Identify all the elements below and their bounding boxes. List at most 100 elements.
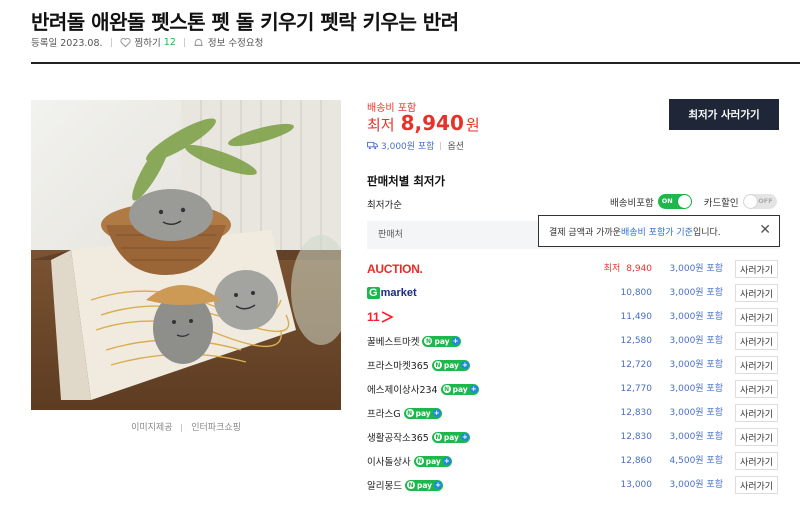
npay-icon: Npay + bbox=[422, 335, 461, 347]
seller-name[interactable]: 알리몽드 Npay + bbox=[367, 473, 444, 497]
buy-button[interactable]: 사러가기 bbox=[735, 404, 778, 422]
seller-label: 프라스G bbox=[367, 409, 401, 420]
seller-shipping: 3,000원 포함 bbox=[669, 480, 723, 490]
toggle-knob bbox=[677, 195, 691, 208]
buy-button[interactable]: 사러가기 bbox=[735, 452, 778, 470]
caption-right: 인터파크쇼핑 bbox=[191, 423, 241, 433]
truck-icon bbox=[367, 141, 378, 150]
auction-logo: AUCTION. bbox=[367, 262, 423, 276]
product-meta: 등록일 2023.08. 찜하기 12 정보 수정요청 bbox=[31, 35, 263, 50]
sort-select[interactable]: 최저가순 bbox=[367, 197, 402, 211]
lowest-label: 최저 bbox=[367, 116, 395, 134]
seller-shipping: 3,000원 포함 bbox=[669, 288, 723, 298]
registration-date: 등록일 2023.08. bbox=[31, 38, 103, 49]
seller-name[interactable]: 에스제이상사234 Npay + bbox=[367, 377, 479, 401]
lowest-tag: 최저 bbox=[603, 264, 621, 274]
seller-name[interactable]: 생활공작소365 Npay + bbox=[367, 425, 470, 449]
seller-price: 12,770 bbox=[620, 384, 653, 394]
npay-icon: Npay + bbox=[440, 383, 479, 395]
seller-price: 11,490 bbox=[620, 312, 653, 322]
image-caption: 이미지제공 인터파크쇼핑 bbox=[31, 420, 341, 433]
wish-label: 찜하기 bbox=[134, 38, 161, 49]
seller-row[interactable]: 에스제이상사234 Npay + 12,770 3,000원 포함 사러가기 bbox=[367, 377, 779, 401]
buy-button[interactable]: 사러가기 bbox=[735, 308, 778, 326]
bell-icon bbox=[193, 37, 204, 48]
buy-button[interactable]: 사러가기 bbox=[735, 260, 778, 278]
wish-count: 12 bbox=[163, 36, 176, 48]
seller-row[interactable]: 프라스G Npay + 12,830 3,000원 포함 사러가기 bbox=[367, 401, 779, 425]
price-options: 배송비포함 ON 카드할인 OFF bbox=[610, 194, 777, 209]
seller-label: 꿀베스트마켓 bbox=[367, 337, 420, 348]
price-value: 8,940 bbox=[626, 264, 652, 274]
price-currency: 원 bbox=[465, 116, 480, 134]
buy-button[interactable]: 사러가기 bbox=[735, 476, 778, 494]
seller-shipping: 3,000원 포함 bbox=[669, 336, 723, 346]
card-toggle-state: OFF bbox=[758, 197, 773, 205]
heart-icon bbox=[119, 37, 131, 48]
seller-name[interactable]: 11 bbox=[367, 305, 395, 329]
card-toggle-label: 카드할인 bbox=[703, 197, 739, 209]
product-image[interactable] bbox=[31, 100, 341, 410]
wish-button[interactable]: 찜하기 12 bbox=[119, 35, 176, 49]
seller-price: 12,720 bbox=[620, 360, 653, 370]
seller-label: 생활공작소365 bbox=[367, 433, 429, 444]
seller-row[interactable]: 이사돌상사 Npay + 12,860 4,500원 포함 사러가기 bbox=[367, 449, 779, 473]
seller-row[interactable]: 11 11,490 3,000원 포함 사러가기 bbox=[367, 305, 779, 329]
seller-shipping: 3,000원 포함 bbox=[669, 432, 723, 442]
buy-button[interactable]: 사러가기 bbox=[735, 380, 778, 398]
seller-shipping: 3,000원 포함 bbox=[669, 384, 723, 394]
header-divider bbox=[31, 62, 800, 64]
seller-price: 최저 8,940 bbox=[604, 257, 652, 281]
seller-row[interactable]: Gmarket 10,800 3,000원 포함 사러가기 bbox=[367, 281, 779, 305]
seller-shipping: 3,000원 포함 bbox=[669, 312, 723, 322]
divider bbox=[110, 37, 112, 47]
buy-button[interactable]: 사러가기 bbox=[735, 284, 778, 302]
seller-name[interactable]: 이사돌상사 Npay + bbox=[367, 449, 452, 473]
toggle-knob bbox=[743, 195, 757, 208]
seller-list: AUCTION. 최저 8,940 3,000원 포함 사러가기 Gmarket 10,80… bbox=[367, 257, 779, 497]
buy-button[interactable]: 사러가기 bbox=[735, 428, 778, 446]
npay-icon: Npay + bbox=[403, 407, 442, 419]
lowest-price-buy-button[interactable]: 최저가 사러가기 bbox=[669, 99, 779, 130]
close-icon[interactable]: ✕ bbox=[759, 223, 771, 237]
seller-price: 12,830 bbox=[620, 432, 653, 442]
price-amount: 8,940 bbox=[400, 111, 464, 135]
seller-row[interactable]: AUCTION. 최저 8,940 3,000원 포함 사러가기 bbox=[367, 257, 779, 281]
shipping-toggle-state: ON bbox=[661, 197, 673, 205]
card-toggle[interactable]: OFF bbox=[742, 194, 777, 209]
product-title: 반려돌 애완돌 펫스톤 펫 돌 키우기 펫락 키우는 반려 bbox=[31, 10, 459, 34]
seller-price: 12,860 bbox=[620, 456, 653, 466]
shipping-toggle[interactable]: ON bbox=[657, 194, 692, 209]
column-seller: 판매처 bbox=[378, 230, 403, 240]
seller-row[interactable]: 생활공작소365 Npay + 12,830 3,000원 포함 사러가기 bbox=[367, 425, 779, 449]
seller-row[interactable]: 꿀베스트마켓 Npay + 12,580 3,000원 포함 사러가기 bbox=[367, 329, 779, 353]
seller-name[interactable]: 꿀베스트마켓 Npay + bbox=[367, 329, 461, 353]
seller-label: 알리몽드 bbox=[367, 481, 402, 492]
seller-shipping: 3,000원 포함 bbox=[669, 408, 723, 418]
seller-row[interactable]: 알리몽드 Npay + 13,000 3,000원 포함 사러가기 bbox=[367, 473, 779, 497]
gmarket-logo: Gmarket bbox=[367, 287, 417, 299]
svg-text:11: 11 bbox=[367, 310, 380, 324]
shipping-tooltip: 결제 금액과 가까운 배송비 포함가 기준 입니다. ✕ bbox=[538, 215, 780, 247]
seller-row[interactable]: 프라스마켓365 Npay + 12,720 3,000원 포함 사러가기 bbox=[367, 353, 779, 377]
shipping-fee: 3,000원 포함 bbox=[381, 142, 435, 152]
buy-button[interactable]: 사러가기 bbox=[735, 356, 778, 374]
seller-name[interactable]: 프라스G Npay + bbox=[367, 401, 442, 425]
seller-name[interactable]: AUCTION. bbox=[367, 257, 423, 281]
divider bbox=[183, 37, 185, 47]
seller-label: 이사돌상사 bbox=[367, 457, 411, 468]
divider bbox=[181, 423, 183, 432]
seller-price: 10,800 bbox=[620, 288, 653, 298]
divider bbox=[440, 141, 442, 150]
seller-label: 에스제이상사234 bbox=[367, 385, 438, 396]
report-button[interactable]: 정보 수정요청 bbox=[193, 35, 263, 49]
seller-name[interactable]: Gmarket bbox=[367, 281, 417, 305]
tooltip-prefix: 결제 금액과 가까운 bbox=[549, 227, 621, 238]
option-link[interactable]: 옵션 bbox=[447, 139, 464, 152]
gmarket-g-mark: G bbox=[367, 287, 380, 299]
buy-button[interactable]: 사러가기 bbox=[735, 332, 778, 350]
caption-left: 이미지제공 bbox=[131, 423, 173, 433]
shipping-toggle-label: 배송비포함 bbox=[610, 197, 654, 209]
seller-name[interactable]: 프라스마켓365 Npay + bbox=[367, 353, 470, 377]
11st-logo: 11 bbox=[367, 310, 395, 324]
